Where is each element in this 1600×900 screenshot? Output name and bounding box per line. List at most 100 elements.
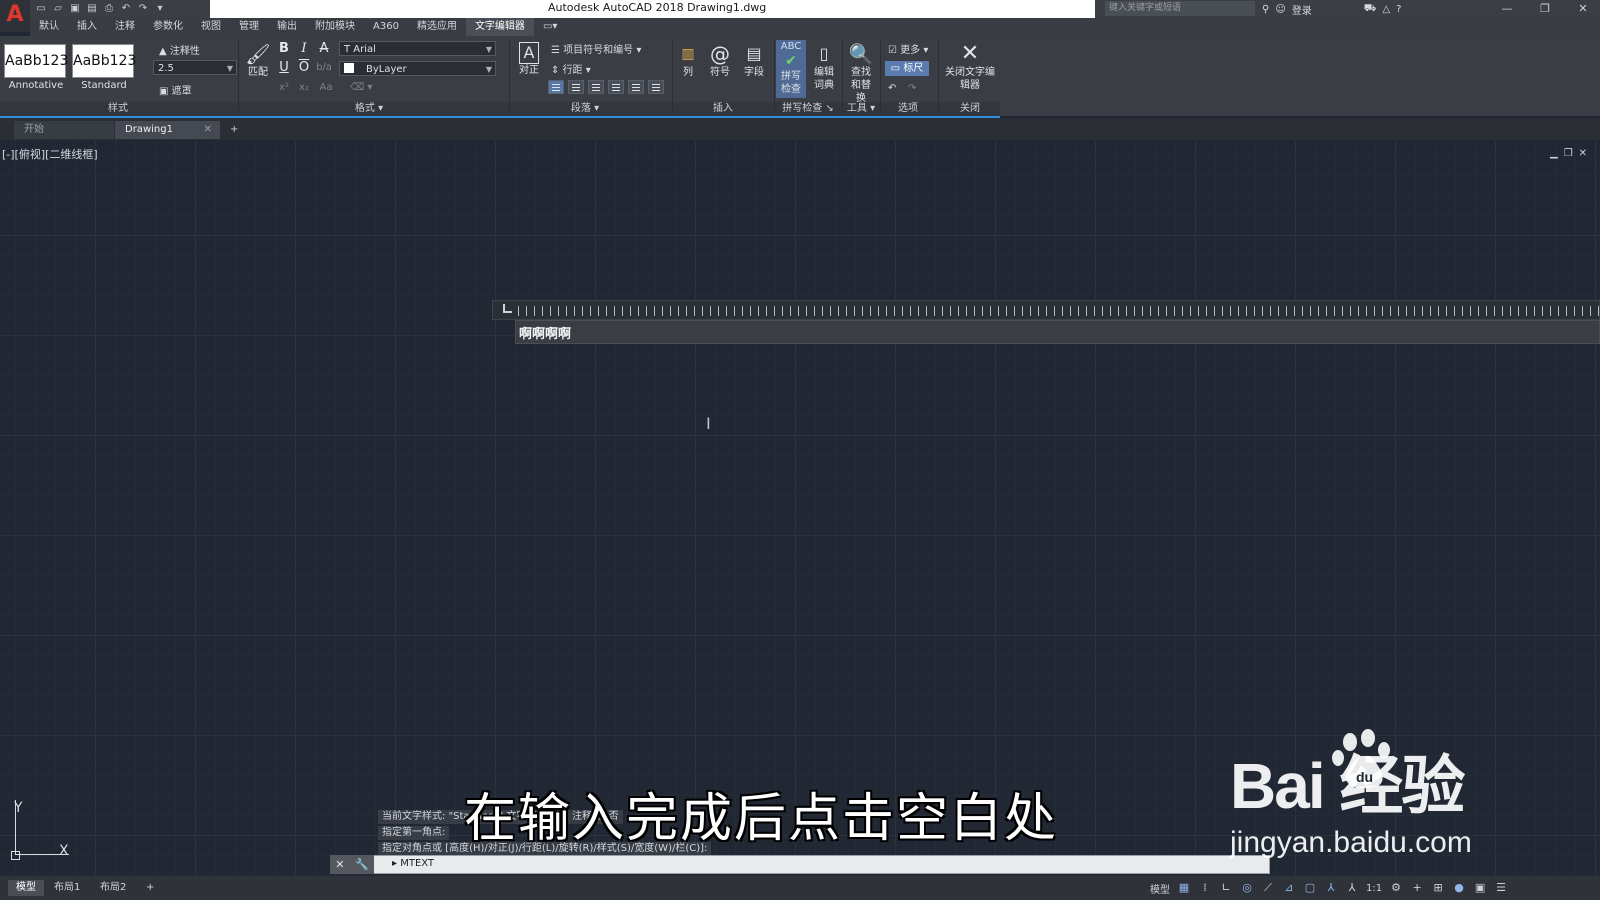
workspace-gear-icon[interactable]: ⚙: [1389, 881, 1403, 895]
overline-icon[interactable]: O: [296, 60, 312, 76]
subscript-icon[interactable]: x₂: [296, 80, 312, 96]
restore-button[interactable]: ❐: [1526, 0, 1564, 18]
tab-stop-icon[interactable]: [503, 304, 512, 313]
field-button[interactable]: ▤ 字段: [740, 42, 768, 79]
align-left-icon[interactable]: [548, 80, 564, 94]
close-window-button[interactable]: ✕: [1564, 0, 1600, 18]
plot-icon[interactable]: ⎙: [102, 3, 116, 15]
mtext-edit-box[interactable]: [515, 320, 1600, 344]
polar-icon[interactable]: ◎: [1240, 881, 1254, 895]
customize-qat-icon[interactable]: ▾: [153, 3, 167, 15]
tab-text-editor[interactable]: 文字编辑器: [465, 18, 534, 36]
font-dropdown[interactable]: T Arial ▼: [339, 41, 496, 56]
superscript-icon[interactable]: x²: [276, 80, 292, 96]
close-text-editor-button[interactable]: ✕ 关闭文字编辑器: [942, 42, 998, 92]
clear-format-icon[interactable]: ⌫ ▾: [350, 82, 372, 93]
more-options-button[interactable]: ☑ 更多 ▾: [888, 41, 928, 56]
fullscreen-icon[interactable]: ▣: [1473, 881, 1487, 895]
units-icon[interactable]: ⊞: [1431, 881, 1445, 895]
command-line[interactable]: [330, 855, 1270, 874]
customization-menu-icon[interactable]: ☰: [1494, 881, 1508, 895]
tab-view[interactable]: 视图: [192, 18, 230, 36]
annotation-scale[interactable]: 1:1: [1366, 883, 1382, 894]
bold-icon[interactable]: B: [276, 41, 292, 57]
help-icon[interactable]: ?: [1396, 4, 1401, 15]
customize-icon[interactable]: 🔧: [355, 858, 369, 871]
underline-icon[interactable]: U: [276, 60, 292, 76]
style-annotative-preview[interactable]: AaBb123: [4, 44, 68, 78]
annotation-visibility-icon[interactable]: ⅄: [1324, 881, 1338, 895]
mtext-content[interactable]: 啊啊啊啊: [519, 323, 571, 342]
viewport-controls-label[interactable]: [-][俯视][二维线框]: [2, 146, 98, 162]
stack-icon[interactable]: b/a: [316, 60, 332, 76]
match-button[interactable]: 🖌 匹配: [245, 42, 271, 79]
minimize-button[interactable]: —: [1488, 0, 1526, 18]
justify-icon[interactable]: [608, 80, 624, 94]
save-icon[interactable]: ▣: [68, 3, 82, 15]
redo-text-icon[interactable]: ↷: [908, 83, 916, 94]
undo-icon[interactable]: ↶: [119, 3, 133, 15]
change-case-icon[interactable]: Aa: [318, 80, 334, 96]
tab-default[interactable]: 默认: [30, 18, 68, 36]
help-search-input[interactable]: 键入关键字或短语: [1105, 1, 1255, 16]
open-file-icon[interactable]: ▱: [51, 3, 65, 15]
new-file-icon[interactable]: ▭: [34, 3, 48, 15]
tab-drawing1[interactable]: Drawing1 ✕: [115, 121, 220, 139]
isodraft-icon[interactable]: ⟋: [1261, 881, 1275, 895]
mask-button[interactable]: ▣ 遮罩: [159, 82, 192, 97]
tab-layout1[interactable]: 布局1: [46, 880, 88, 896]
columns-button[interactable]: ▥ 列: [676, 42, 700, 79]
symbol-button[interactable]: @ 符号: [706, 42, 734, 79]
justification-button[interactable]: A 对正: [516, 42, 542, 77]
find-replace-button[interactable]: 🔍 查找和替换: [846, 42, 876, 105]
add-layout-button[interactable]: +: [138, 880, 162, 896]
user-icon[interactable]: ☺: [1275, 4, 1285, 15]
viewport-close-icon[interactable]: ✕: [1579, 148, 1587, 159]
edit-dictionaries-button[interactable]: ▯ 编辑词典: [810, 42, 838, 92]
tab-start[interactable]: 开始: [14, 121, 114, 139]
tab-parametric[interactable]: 参数化: [144, 18, 192, 36]
close-tab-icon[interactable]: ✕: [204, 121, 212, 139]
annotative-toggle[interactable]: ▲ 注释性: [159, 42, 200, 57]
model-space-button[interactable]: 模型: [1150, 881, 1170, 896]
login-button[interactable]: 登录: [1292, 2, 1312, 17]
tab-a360[interactable]: A360: [364, 18, 408, 36]
osnap-icon[interactable]: ⊿: [1282, 881, 1296, 895]
undo-text-icon[interactable]: ↶: [888, 83, 896, 94]
tab-insert[interactable]: 插入: [68, 18, 106, 36]
spell-check-button[interactable]: ABC ✔ 拼写检查: [776, 40, 806, 98]
align-center-icon[interactable]: [568, 80, 584, 94]
binoculars-icon[interactable]: ⚲: [1262, 4, 1269, 15]
tab-layout2[interactable]: 布局2: [92, 880, 134, 896]
align-right-icon[interactable]: [588, 80, 604, 94]
annotation-monitor-icon[interactable]: +: [1410, 881, 1424, 895]
tab-manage[interactable]: 管理: [230, 18, 268, 36]
viewport-minimize-icon[interactable]: ▁: [1550, 148, 1558, 159]
italic-icon[interactable]: I: [296, 41, 312, 57]
tab-overflow-icon[interactable]: ▭▾: [534, 18, 566, 36]
text-height-dropdown[interactable]: 2.5 ▼: [153, 60, 237, 75]
viewport-restore-icon[interactable]: ❐: [1564, 148, 1573, 159]
snap-icon[interactable]: ⁞: [1198, 881, 1212, 895]
paragraph-settings-icon[interactable]: [648, 80, 664, 94]
redo-icon[interactable]: ↷: [136, 3, 150, 15]
tab-annotate[interactable]: 注释: [106, 18, 144, 36]
save-as-icon[interactable]: ▤: [85, 3, 99, 15]
command-input[interactable]: ▸ MTEXT: [392, 858, 434, 869]
auto-scale-icon[interactable]: ⅄: [1345, 881, 1359, 895]
strikethrough-icon[interactable]: A: [316, 41, 332, 57]
otrack-icon[interactable]: ▢: [1303, 881, 1317, 895]
bullets-button[interactable]: ☰ 项目符号和编号 ▾: [551, 41, 641, 56]
ortho-icon[interactable]: ∟: [1219, 881, 1233, 895]
new-tab-button[interactable]: +: [226, 121, 248, 139]
a360-icon[interactable]: △: [1382, 4, 1390, 15]
application-menu-button[interactable]: A: [0, 0, 30, 32]
cart-icon[interactable]: ⛟: [1364, 3, 1377, 16]
color-dropdown[interactable]: ByLayer ▼: [339, 61, 496, 76]
tab-output[interactable]: 输出: [268, 18, 306, 36]
grid-icon[interactable]: ▦: [1177, 881, 1191, 895]
style-standard-preview[interactable]: AaBb123: [72, 44, 136, 78]
tab-addins[interactable]: 附加模块: [306, 18, 364, 36]
line-spacing-button[interactable]: ⇕ 行距 ▾: [551, 61, 591, 76]
close-command-line-icon[interactable]: ✕: [335, 858, 344, 871]
